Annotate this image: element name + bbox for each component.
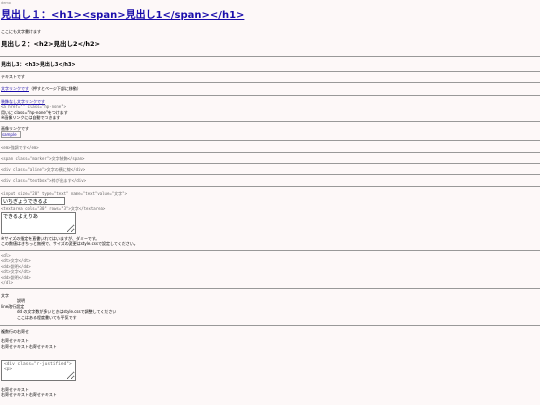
divider [0, 95, 540, 96]
dl-code-line: <dt>文字</dt> [1, 269, 31, 275]
definition-list: 文字 説明 line改行設定 dd の文字数が多いときはstyle.cssで調整… [1, 293, 116, 320]
demo-label: demo [1, 1, 11, 5]
divider [0, 82, 540, 83]
divider [0, 288, 540, 289]
heading-3: 見出し3：<h3>見出し3</h3> [1, 62, 76, 68]
divider [0, 56, 540, 57]
image-alt-text: sample [2, 132, 17, 138]
text-link[interactable]: 文字リンクです [1, 86, 29, 91]
divider [0, 71, 540, 72]
dl-code-block: <dl> <dt>文字</dt> <dd>説明</dd> <dt>文字</dt>… [1, 253, 31, 285]
divider [0, 174, 540, 175]
code-em: <em>強調です</em> [1, 145, 39, 150]
textarea-input[interactable]: できるよえりあ [1, 212, 76, 234]
code-textarea-sample[interactable]: <div class="r-justified"> <p> [1, 360, 76, 381]
code-textarea: <textarea cols="30" rows="3">文字</textare… [1, 206, 106, 211]
paragraph-1: ここにも文字書けます [1, 29, 41, 34]
plain-link-note-2: ※画像リンクには自動でつきます [1, 115, 61, 121]
code-input: <input size="20" type="text" name="text"… [1, 191, 128, 196]
code-aline: <div class="aline">文字の横に線</div> [1, 167, 86, 172]
divider [0, 121, 540, 122]
justify-text: 右寄せテキスト右寄せテキスト [1, 343, 57, 349]
heading-1: 見出し１：<h1><span>見出し1</span></h1> [1, 9, 244, 23]
right-justify-section-2: 右寄せテキスト 右寄せテキスト右寄せテキスト [1, 387, 57, 398]
dl-code-line: </dl> [1, 279, 14, 285]
paragraph-text: テキストです [1, 74, 25, 79]
divider [0, 140, 540, 141]
dl-desc: dd の文字数が多いときはstyle.cssで調整してください ここはある程度書… [17, 309, 116, 320]
plain-link[interactable]: 装飾なし文字リンクです [1, 99, 45, 104]
code-marker: <span class="marker">文字装飾</span> [1, 156, 85, 161]
right-justify-section: 複数行の右寄せ 右寄せテキスト 右寄せテキスト右寄せテキスト [1, 329, 57, 349]
dl-code-line: <dt>文字</dt> [1, 258, 31, 264]
heading-2: 見出し２：<h2>見出し2</h2> [1, 40, 100, 48]
broken-image-icon: sample [1, 131, 21, 139]
text-input[interactable] [1, 197, 65, 205]
justify-text: 右寄せテキスト右寄せテキスト [1, 392, 57, 398]
divider [0, 325, 540, 326]
divider [0, 152, 540, 153]
plain-link-block: 装飾なし文字リンクです <a href="" class="hp-none"> … [1, 99, 68, 121]
divider [0, 186, 540, 187]
text-link-suffix: （押すとページ下部に移動） [29, 86, 81, 91]
image-link[interactable]: sample [1, 131, 21, 139]
size-note-2: この数値はきちっと無視で、サイズの変更はstyle.cssで設定してください。 [1, 241, 138, 247]
divider [0, 250, 540, 251]
size-note: ※サイズの指定を直書いれてはいますが、ダミーです。 この数値はきちっと無視で、サ… [1, 236, 138, 247]
dl-desc-line: dd の文字数が多いときはstyle.cssで調整してください [17, 309, 117, 315]
heading-1-link[interactable]: 見出し１：<h1><span>見出し1</span></h1> [1, 10, 244, 21]
dl-desc-line: ここはある程度書いても平気です [17, 314, 77, 320]
plain-link-code: <a href="" class="hp-none"> [1, 104, 67, 110]
code-textbox: <div class="textbox">枠が出ます</div> [1, 178, 87, 183]
image-link-block: 画像リンクです sample [1, 126, 29, 139]
divider [0, 163, 540, 164]
text-link-row: 文字リンクです（押すとページ下部に移動） [1, 86, 81, 91]
